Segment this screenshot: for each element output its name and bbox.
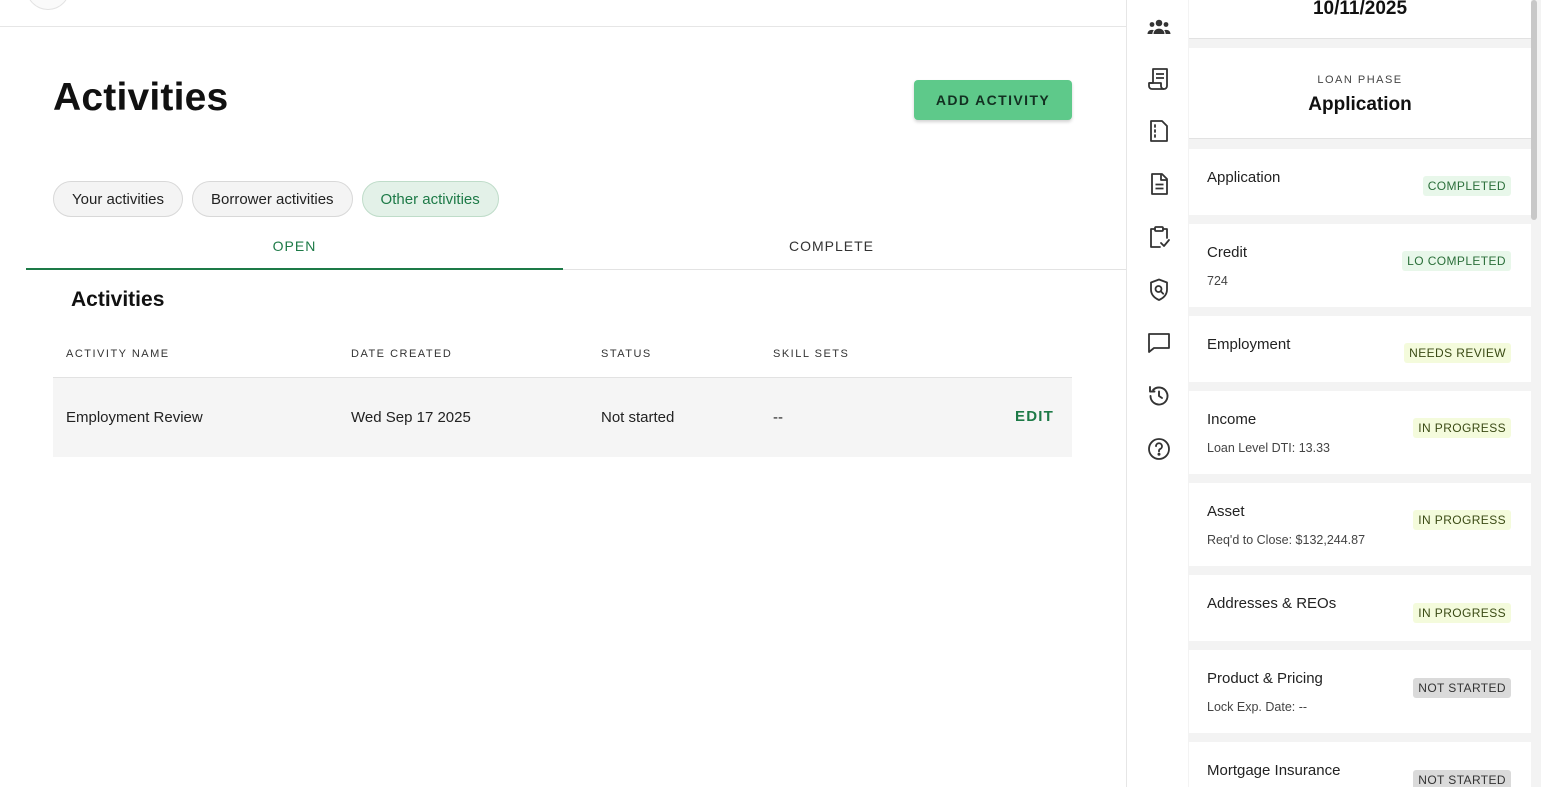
column-header-skill-sets[interactable]: SKILL SETS bbox=[773, 348, 849, 360]
status-card-asset[interactable]: Asset Req'd to Close: $132,244.87 IN PRO… bbox=[1189, 483, 1531, 566]
status-badge: NOT STARTED bbox=[1413, 770, 1511, 787]
help-icon[interactable] bbox=[1146, 436, 1172, 462]
loan-phase-value: Application bbox=[1308, 94, 1412, 115]
chip-borrower-activities[interactable]: Borrower activities bbox=[192, 181, 353, 217]
app-root: Activities ADD ACTIVITY Your activities … bbox=[0, 0, 1541, 787]
status-card-addresses-reos[interactable]: Addresses & REOs IN PROGRESS bbox=[1189, 575, 1531, 641]
status-badge: IN PROGRESS bbox=[1413, 418, 1511, 438]
status-card-title: Employment bbox=[1207, 336, 1291, 353]
skill-sets-cell: -- bbox=[773, 409, 783, 426]
status-card-credit[interactable]: Credit 724 LO COMPLETED bbox=[1189, 224, 1531, 307]
column-header-date-created[interactable]: DATE CREATED bbox=[351, 348, 452, 360]
document-outline-icon[interactable] bbox=[1146, 118, 1172, 144]
panel-date: 10/11/2025 bbox=[1312, 0, 1408, 19]
avatar[interactable] bbox=[26, 0, 70, 10]
edit-button[interactable]: EDIT bbox=[1015, 408, 1054, 425]
status-card-subtitle: Loan Level DTI: 13.33 bbox=[1207, 441, 1330, 455]
icon-rail bbox=[1126, 0, 1188, 787]
clipboard-check-icon[interactable] bbox=[1146, 224, 1172, 250]
table-row[interactable]: Employment Review Wed Sep 17 2025 Not st… bbox=[53, 378, 1072, 457]
column-header-status[interactable]: STATUS bbox=[601, 348, 652, 360]
chat-icon[interactable] bbox=[1146, 330, 1172, 356]
page-title: Activities bbox=[53, 76, 229, 119]
status-card-product-pricing[interactable]: Product & Pricing Lock Exp. Date: -- NOT… bbox=[1189, 650, 1531, 733]
activities-table: ACTIVITY NAME DATE CREATED STATUS SKILL … bbox=[53, 330, 1072, 457]
history-icon[interactable] bbox=[1146, 383, 1172, 409]
status-tabs: OPEN COMPLETE bbox=[26, 228, 1126, 270]
status-card-title: Credit bbox=[1207, 244, 1248, 261]
status-card-title: Mortgage Insurance bbox=[1207, 762, 1341, 779]
column-header-activity-name[interactable]: ACTIVITY NAME bbox=[66, 348, 170, 360]
status-card-title: Asset bbox=[1207, 503, 1245, 520]
status-card-title: Product & Pricing bbox=[1207, 670, 1323, 687]
status-card-title: Income bbox=[1207, 411, 1257, 428]
loan-phase-label: LOAN PHASE bbox=[1317, 74, 1403, 86]
loan-status-panel: 10/11/2025 LOAN PHASE Application Applic… bbox=[1188, 0, 1541, 787]
team-icon[interactable] bbox=[1146, 14, 1172, 40]
status-card-income[interactable]: Income Loan Level DTI: 13.33 IN PROGRESS bbox=[1189, 391, 1531, 474]
status-badge: NEEDS REVIEW bbox=[1404, 343, 1511, 363]
top-header bbox=[0, 0, 1126, 27]
tab-open[interactable]: OPEN bbox=[26, 228, 563, 270]
shield-search-icon[interactable] bbox=[1146, 277, 1172, 303]
status-card-employment[interactable]: Employment NEEDS REVIEW bbox=[1189, 316, 1531, 382]
activity-name-cell: Employment Review bbox=[66, 409, 203, 426]
date-created-cell: Wed Sep 17 2025 bbox=[351, 409, 471, 426]
status-cell: Not started bbox=[601, 409, 675, 426]
section-title: Activities bbox=[71, 288, 165, 311]
date-card: 10/11/2025 bbox=[1189, 0, 1531, 39]
status-card-title: Application bbox=[1207, 169, 1281, 186]
status-badge: LO COMPLETED bbox=[1402, 251, 1511, 271]
tab-complete[interactable]: COMPLETE bbox=[563, 228, 1100, 270]
status-card-application[interactable]: Application COMPLETED bbox=[1189, 149, 1531, 215]
chip-other-activities[interactable]: Other activities bbox=[361, 181, 499, 217]
table-header: ACTIVITY NAME DATE CREATED STATUS SKILL … bbox=[53, 330, 1072, 378]
main-content: Activities ADD ACTIVITY Your activities … bbox=[0, 0, 1126, 787]
add-activity-button[interactable]: ADD ACTIVITY bbox=[914, 80, 1072, 120]
status-card-title: Addresses & REOs bbox=[1207, 595, 1337, 612]
status-badge: IN PROGRESS bbox=[1413, 603, 1511, 623]
file-text-icon[interactable] bbox=[1146, 171, 1172, 197]
status-card-subtitle: 724 bbox=[1207, 274, 1228, 288]
activity-filter-chips: Your activities Borrower activities Othe… bbox=[53, 181, 499, 217]
loan-phase-card: LOAN PHASE Application bbox=[1189, 48, 1531, 139]
status-card-subtitle: Req'd to Close: $132,244.87 bbox=[1207, 533, 1366, 547]
status-card-mortgage-insurance[interactable]: Mortgage Insurance NOT STARTED bbox=[1189, 742, 1531, 787]
panel-scrollbar[interactable] bbox=[1531, 0, 1537, 220]
status-card-subtitle: Lock Exp. Date: -- bbox=[1207, 700, 1308, 714]
status-badge: COMPLETED bbox=[1422, 176, 1511, 196]
status-badge: IN PROGRESS bbox=[1413, 510, 1511, 530]
chip-your-activities[interactable]: Your activities bbox=[53, 181, 183, 217]
receipt-icon[interactable] bbox=[1146, 66, 1172, 92]
status-badge: NOT STARTED bbox=[1413, 678, 1511, 698]
